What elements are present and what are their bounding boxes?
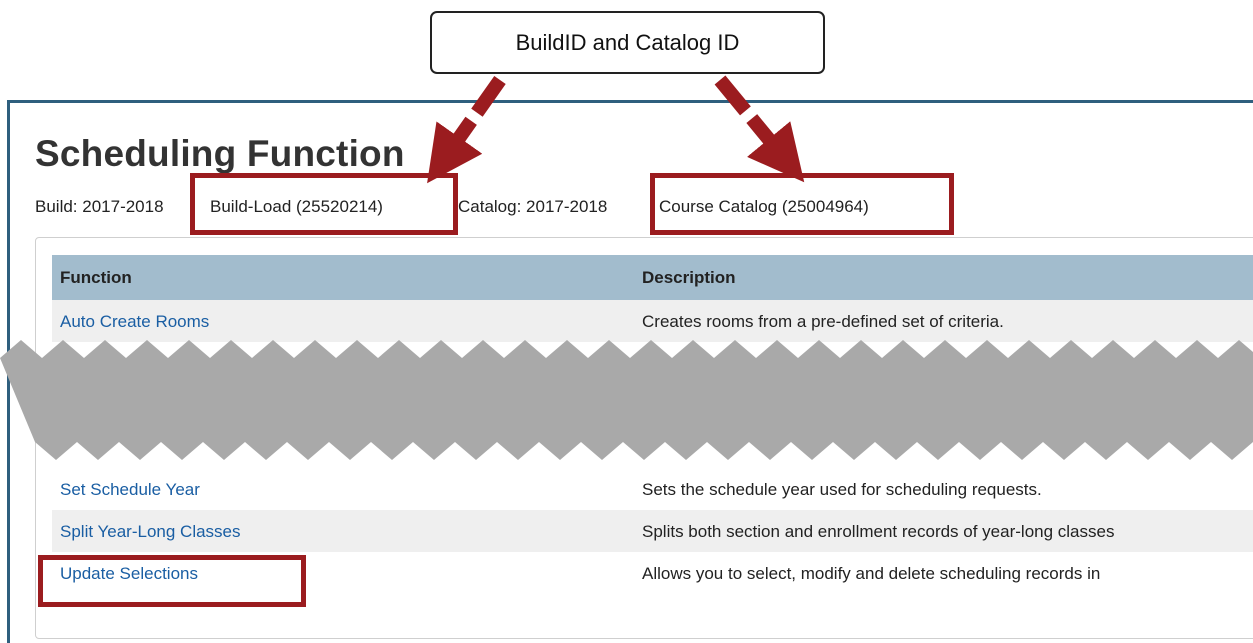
redaction-fill — [0, 340, 1253, 460]
function-link[interactable]: Split Year-Long Classes — [60, 522, 241, 542]
column-header-description: Description — [642, 268, 736, 287]
catalog-year-label: Catalog: 2017-2018 — [458, 197, 608, 216]
function-link[interactable]: Set Schedule Year — [60, 480, 200, 500]
update-selections-highlight-box — [38, 555, 306, 607]
table-row: Auto Create Rooms Creates rooms from a p… — [52, 300, 1253, 342]
function-description: Sets the schedule year used for scheduli… — [642, 480, 1042, 499]
table-row: Set Schedule Year Sets the schedule year… — [52, 468, 1253, 510]
table-row: Split Year-Long Classes Splits both sect… — [52, 510, 1253, 552]
catalog-id-highlight-box — [650, 173, 954, 235]
table-header: Function Description — [52, 255, 1253, 300]
redaction-band — [0, 340, 1253, 460]
function-description: Creates rooms from a pre-defined set of … — [642, 312, 1004, 331]
build-id-highlight-box — [190, 173, 458, 235]
function-description: Allows you to select, modify and delete … — [642, 564, 1101, 583]
function-description: Splits both section and enrollment recor… — [642, 522, 1115, 541]
column-header-function: Function — [60, 268, 132, 287]
callout-label: BuildID and Catalog ID — [430, 11, 825, 74]
build-year-label: Build: 2017-2018 — [35, 197, 164, 216]
function-link[interactable]: Auto Create Rooms — [60, 312, 209, 332]
page-title: Scheduling Function — [35, 133, 405, 174]
